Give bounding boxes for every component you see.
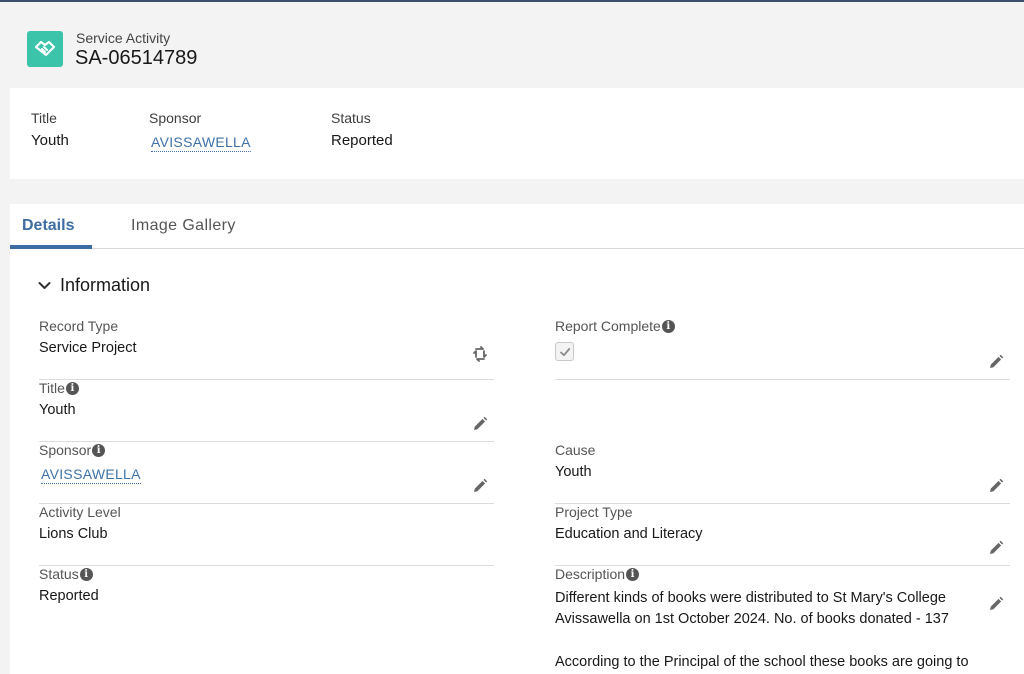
highlights-panel: Title Youth Sponsor AVISSAWELLA Status R… xyxy=(10,88,1024,179)
field-value: Education and Literacy xyxy=(555,526,703,542)
field-value: Youth xyxy=(39,402,76,418)
highlight-value: Reported xyxy=(331,132,393,149)
field-report-complete: Report Complete i xyxy=(555,318,1010,380)
sponsor-link[interactable]: AVISSAWELLA xyxy=(151,134,251,152)
description-text: Different kinds of books were distribute… xyxy=(555,588,985,673)
highlight-sponsor: Sponsor AVISSAWELLA xyxy=(149,110,251,152)
field-label: Sponsor i xyxy=(39,442,106,458)
highlight-label: Sponsor xyxy=(149,110,202,126)
info-icon[interactable]: i xyxy=(79,567,93,581)
edit-pencil-icon[interactable] xyxy=(988,354,1004,370)
edit-pencil-icon[interactable] xyxy=(472,416,488,432)
info-icon[interactable]: i xyxy=(626,567,640,581)
field-label: Status i xyxy=(39,566,93,582)
field-label: Project Type xyxy=(555,504,633,520)
field-status: Status i Reported xyxy=(39,566,494,628)
report-complete-checkbox xyxy=(555,342,574,361)
highlight-label: Status xyxy=(331,110,371,126)
field-label-text: Title xyxy=(39,380,65,396)
tab-details[interactable]: Details xyxy=(22,217,74,235)
highlight-title: Title Youth xyxy=(31,110,69,149)
field-label: Cause xyxy=(555,442,596,458)
record-name: SA-06514789 xyxy=(75,47,198,69)
section-toggle-information[interactable]: Information xyxy=(38,275,150,296)
edit-pencil-icon[interactable] xyxy=(988,478,1004,494)
field-label: Record Type xyxy=(39,318,119,334)
field-activity-level: Activity Level Lions Club xyxy=(39,504,494,566)
highlight-value: Youth xyxy=(31,132,69,149)
field-label: Activity Level xyxy=(39,504,121,520)
field-label: Title i xyxy=(39,380,79,396)
handshake-icon xyxy=(27,31,63,67)
info-icon[interactable]: i xyxy=(65,381,79,395)
highlight-status: Status Reported xyxy=(331,110,393,149)
field-label-text: Description xyxy=(555,566,626,582)
field-project-type: Project Type Education and Literacy xyxy=(555,504,1010,566)
info-icon[interactable]: i xyxy=(92,443,106,457)
field-value: Youth xyxy=(555,464,592,480)
field-label: Report Complete i xyxy=(555,318,675,334)
field-sponsor: Sponsor i AVISSAWELLA xyxy=(39,442,494,504)
field-value: Reported xyxy=(39,588,99,604)
highlight-label: Title xyxy=(31,110,57,126)
field-label-text: Status xyxy=(39,566,79,582)
field-value: Lions Club xyxy=(39,526,108,542)
description-paragraph: According to the Principal of the school… xyxy=(555,654,969,670)
tab-bar: Details Image Gallery xyxy=(10,204,1024,249)
edit-pencil-icon[interactable] xyxy=(472,478,488,494)
edit-pencil-icon[interactable] xyxy=(988,596,1004,612)
field-value: Service Project xyxy=(39,340,137,356)
field-description: Description i Different kinds of books we… xyxy=(555,566,1010,674)
description-paragraph: Different kinds of books were distribute… xyxy=(555,590,949,627)
change-record-type-icon[interactable] xyxy=(472,346,488,362)
section-title: Information xyxy=(60,275,151,295)
field-label-text: Report Complete xyxy=(555,318,661,334)
field-title: Title i Youth xyxy=(39,380,494,442)
checkmark-icon xyxy=(559,347,570,356)
edit-pencil-icon[interactable] xyxy=(988,540,1004,556)
field-record-type: Record Type Service Project xyxy=(39,318,494,380)
sponsor-field-link[interactable]: AVISSAWELLA xyxy=(41,466,141,484)
field-label: Description i xyxy=(555,566,640,582)
chevron-down-icon xyxy=(38,282,51,289)
record-header: Service Activity SA-06514789 xyxy=(0,2,1024,88)
field-label-text: Sponsor xyxy=(39,442,92,458)
info-icon[interactable]: i xyxy=(661,319,675,333)
detail-card: Details Image Gallery Information Record… xyxy=(10,204,1024,674)
object-type-label: Service Activity xyxy=(76,30,171,46)
tab-image-gallery[interactable]: Image Gallery xyxy=(131,217,236,235)
active-tab-indicator xyxy=(10,245,92,249)
field-cause: Cause Youth xyxy=(555,442,1010,504)
